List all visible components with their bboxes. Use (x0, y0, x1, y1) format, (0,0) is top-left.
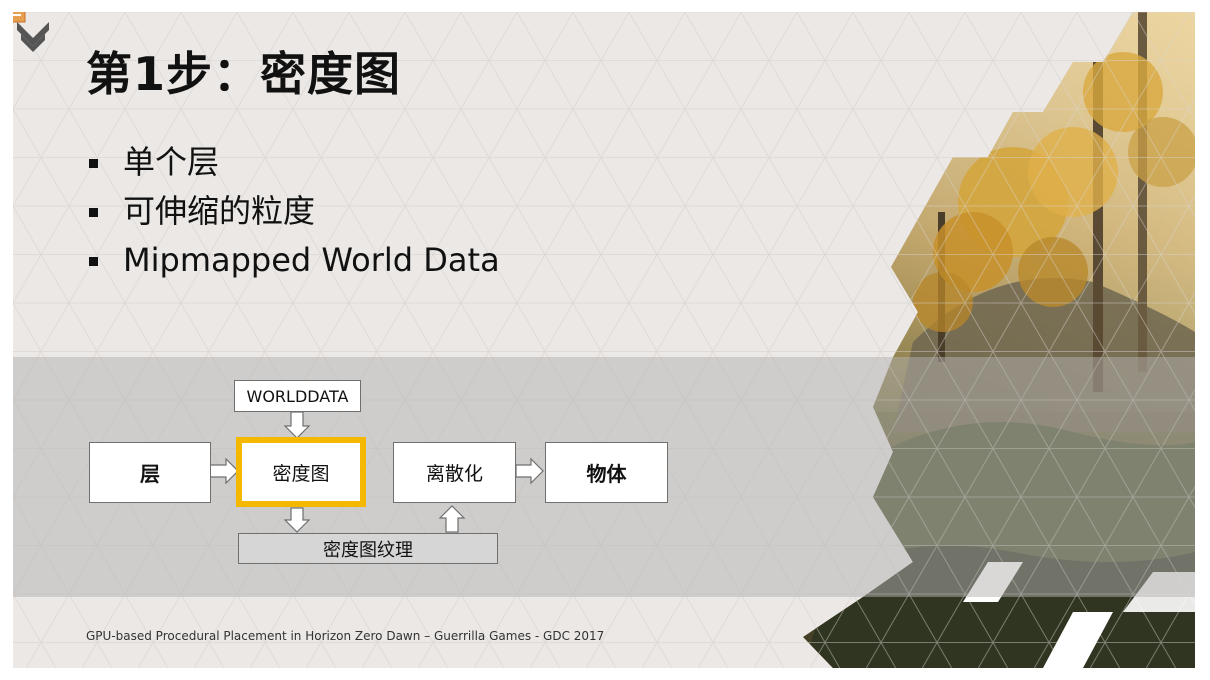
discretize-box: 离散化 (393, 442, 516, 503)
slide-footer: GPU-based Procedural Placement in Horizo… (86, 629, 605, 643)
layer-label: 层 (140, 462, 160, 486)
density-texture-label: 密度图纹理 (323, 539, 413, 561)
diagram-arrows (209, 411, 544, 533)
objects-box: 物体 (545, 442, 668, 503)
arrow-worlddata-down (283, 411, 311, 439)
arrow-layer-to-density (209, 457, 239, 485)
discretize-label: 离散化 (425, 463, 483, 485)
arrow-discretize-to-objects (515, 457, 544, 485)
arrow-texture-to-discretize (438, 505, 466, 533)
worlddata-label: WORLDDATA (246, 386, 349, 406)
density-map-label: 密度图 (272, 462, 330, 485)
density-map-box: 密度图 (236, 437, 366, 507)
objects-label: 物体 (586, 462, 627, 486)
slide: 第1步：密度图 单个层 可伸缩的粒度 Mipmapped World Data … (13, 12, 1195, 668)
arrow-density-to-texture (283, 507, 311, 533)
layer-box: 层 (89, 442, 211, 503)
density-texture-box: 密度图纹理 (238, 533, 498, 564)
worlddata-box: WORLDDATA (234, 380, 361, 412)
